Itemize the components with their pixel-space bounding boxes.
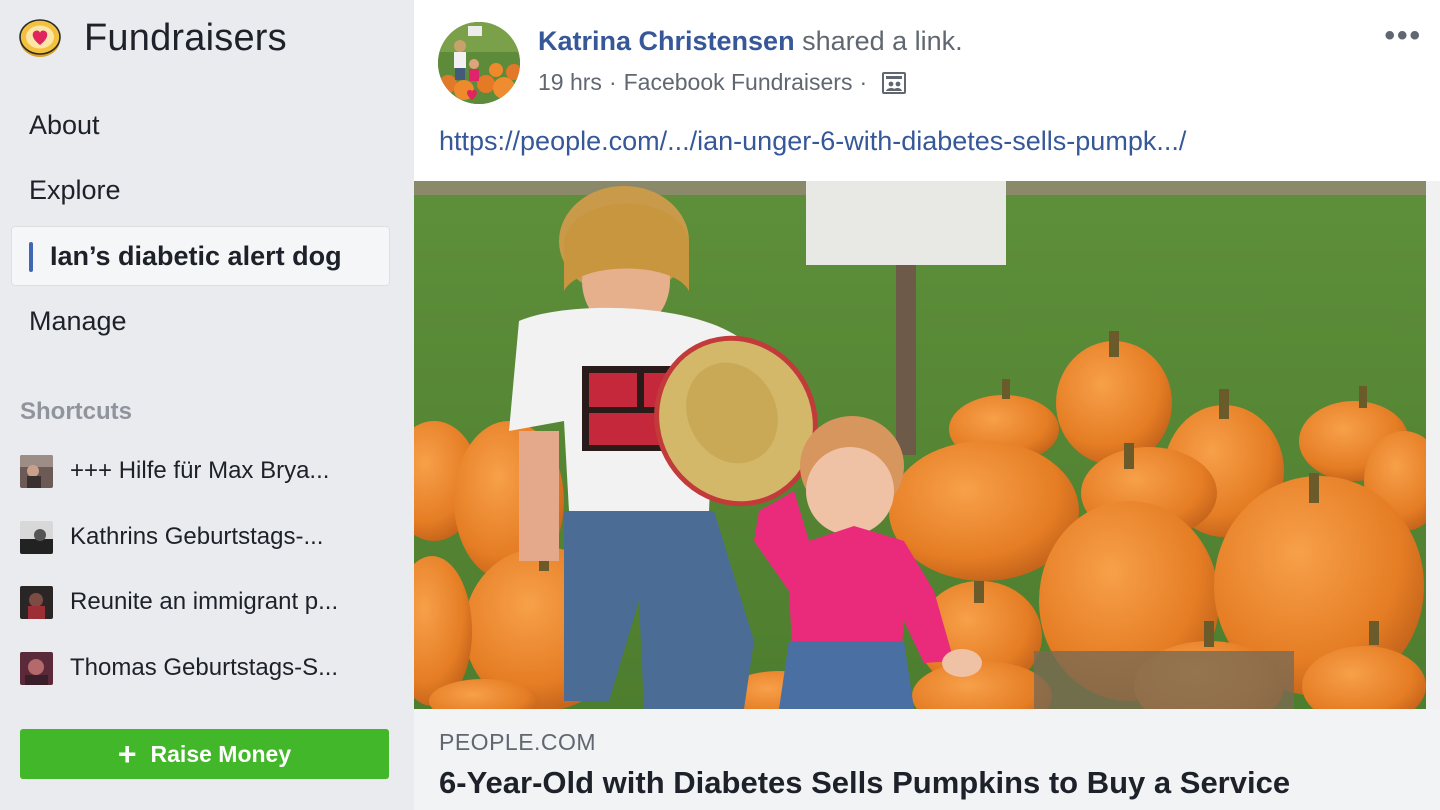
raise-money-button[interactable]: + Raise Money [20, 729, 389, 779]
nav-item-about[interactable]: About [11, 95, 390, 155]
pumpkin-photo [414, 181, 1426, 709]
post-timestamp[interactable]: 19 hrs [538, 69, 602, 96]
shortcut-label: Thomas Geburtstags-S... [70, 654, 339, 681]
raise-money-label: Raise Money [150, 740, 292, 767]
author-name-link[interactable]: Katrina Christensen [538, 26, 795, 56]
post-source-link[interactable]: Facebook Fundraisers [624, 69, 853, 96]
shortcut-thumbnail [20, 585, 53, 619]
post-url-link[interactable]: https://people.com/.../ian-unger-6-with-… [439, 126, 1186, 157]
post-action-text: shared a link. [802, 26, 963, 56]
nav-item-explore[interactable]: Explore [11, 160, 390, 220]
post-meta: 19 hrs · Facebook Fundraisers · [538, 69, 963, 96]
shortcut-item[interactable]: Thomas Geburtstags-S... [20, 648, 390, 688]
scrollbar[interactable] [1426, 181, 1440, 709]
avatar-image [438, 22, 520, 104]
separator-dot: · [608, 69, 617, 95]
author-avatar[interactable] [438, 22, 520, 104]
shortcut-item[interactable]: +++ Hilfe für Max Brya... [20, 451, 390, 491]
nav-item-label: Ian’s diabetic alert dog [50, 240, 342, 271]
shortcuts-heading: Shortcuts [20, 398, 133, 425]
shortcut-item[interactable]: Reunite an immigrant p... [20, 582, 390, 622]
nav-item-label: Explore [29, 174, 121, 205]
sidebar-header: Fundraisers [18, 14, 287, 62]
feed-post: Katrina Christensen shared a link. 19 hr… [414, 0, 1440, 810]
shortcut-label: +++ Hilfe für Max Brya... [70, 457, 330, 484]
fundraiser-heart-coin-icon [19, 19, 61, 57]
nav-item-label: Manage [29, 305, 127, 336]
nav-item-label: About [29, 109, 100, 140]
more-options-icon[interactable]: ••• [1384, 21, 1422, 51]
separator-dot: · [859, 69, 868, 95]
active-indicator [29, 242, 33, 272]
shortcut-item[interactable]: Kathrins Geburtstags-... [20, 517, 390, 557]
sidebar-title: Fundraisers [84, 16, 287, 59]
sidebar: Fundraisers About Explore Ian’s diabetic… [0, 0, 412, 810]
shortcut-thumbnail [20, 454, 53, 488]
shortcut-label: Kathrins Geburtstags-... [70, 523, 324, 550]
link-preview-caption[interactable]: PEOPLE.COM 6-Year-Old with Diabetes Sell… [414, 709, 1440, 810]
shortcut-thumbnail [20, 651, 53, 685]
shortcut-label: Reunite an immigrant p... [70, 588, 339, 615]
link-headline[interactable]: 6-Year-Old with Diabetes Sells Pumpkins … [439, 765, 1290, 801]
nav-item-manage[interactable]: Manage [11, 291, 390, 351]
plus-icon: + [117, 736, 137, 772]
shortcut-thumbnail [20, 520, 53, 554]
post-header: Katrina Christensen shared a link. 19 hr… [538, 26, 963, 96]
nav-item-ians-diabetic-alert-dog[interactable]: Ian’s diabetic alert dog [11, 226, 390, 286]
link-domain: PEOPLE.COM [439, 729, 597, 755]
author-line: Katrina Christensen shared a link. [538, 26, 963, 57]
public-photo-icon[interactable] [882, 71, 907, 94]
link-preview-image[interactable] [414, 181, 1426, 709]
